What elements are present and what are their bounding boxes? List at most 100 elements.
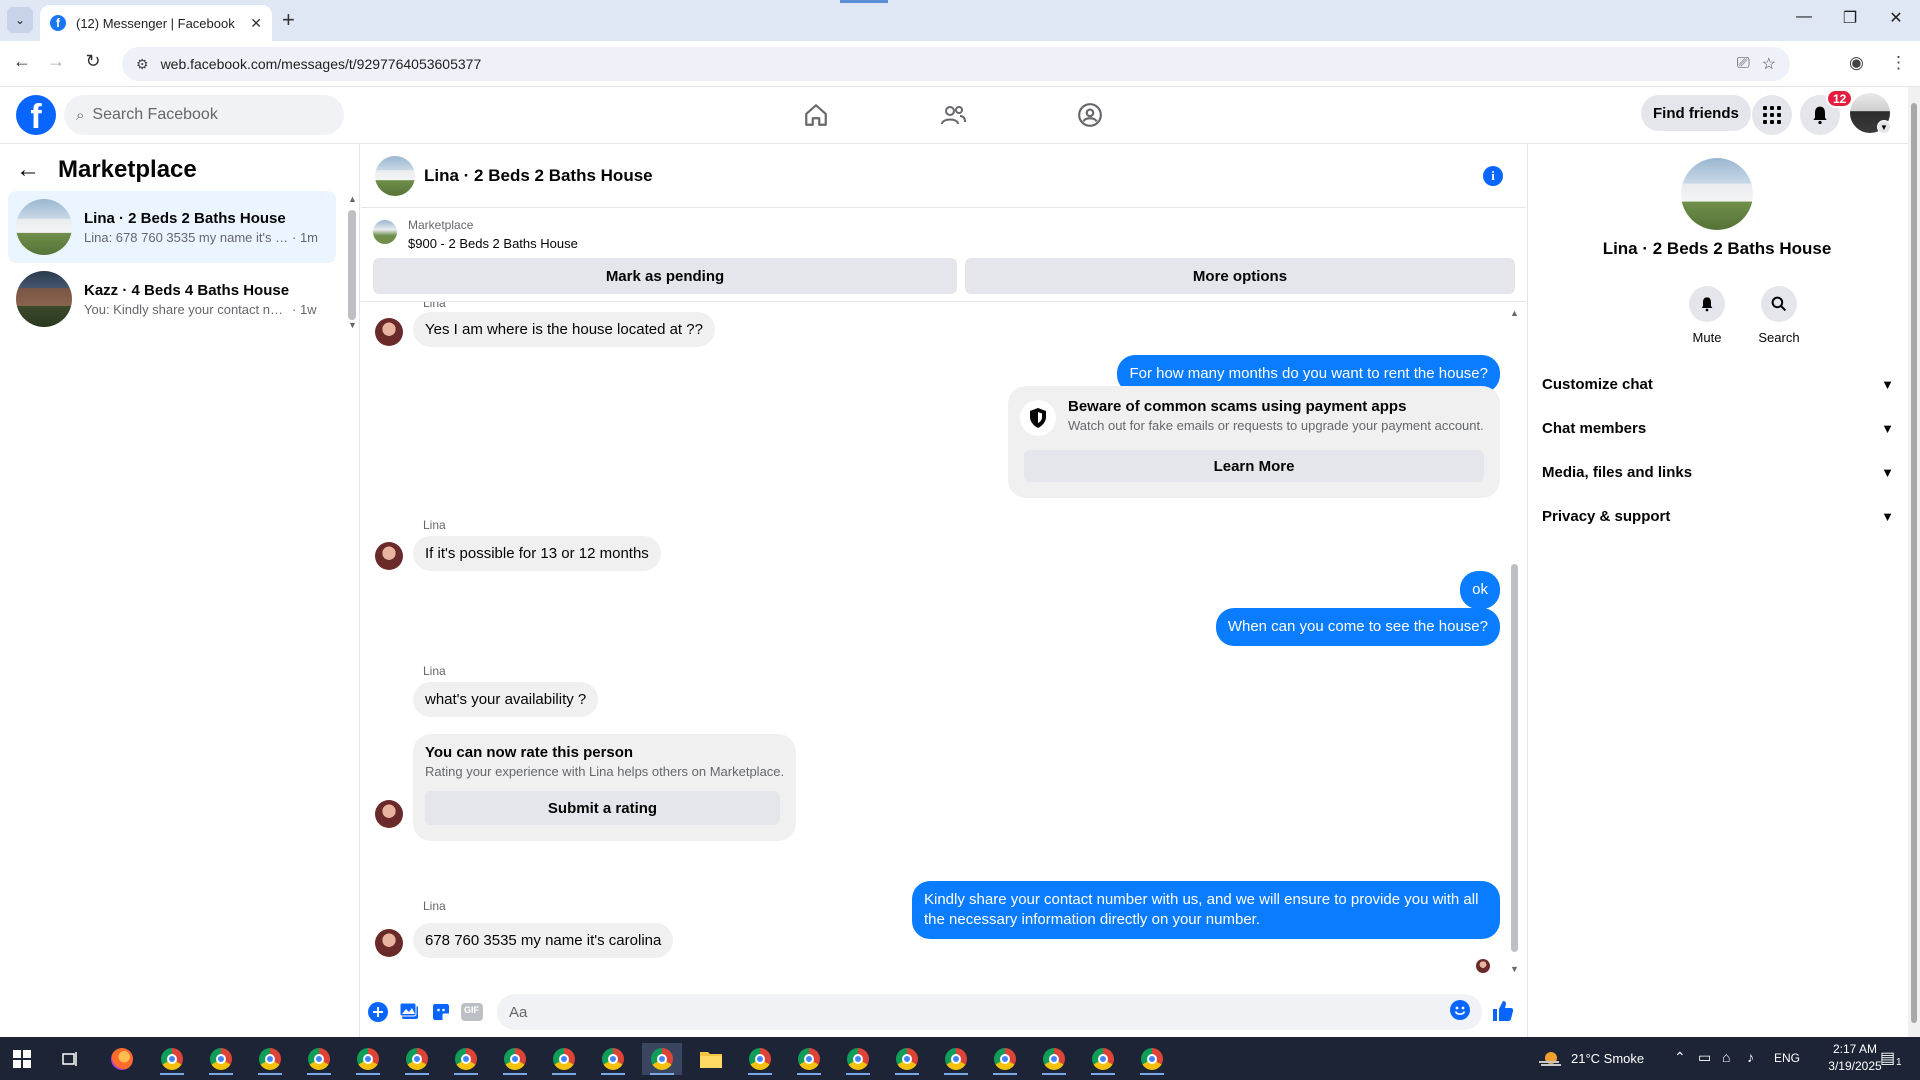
account-chevron-icon[interactable]: ▼ xyxy=(1877,120,1891,134)
tray-chevron-up-icon[interactable]: ⌃ xyxy=(1674,1049,1686,1066)
site-info-icon[interactable]: ⚙ xyxy=(136,56,149,73)
privacy-support-section[interactable]: Privacy & support ▼ xyxy=(1542,496,1894,536)
conversation-item-kazz[interactable]: Kazz · 4 Beds 4 Baths House You: Kindly … xyxy=(8,263,336,335)
browser-tab[interactable]: f (12) Messenger | Facebook ✕ xyxy=(40,5,272,41)
page-scrollbar[interactable] xyxy=(1908,87,1920,1037)
chrome-taskbar-icon[interactable] xyxy=(985,1043,1025,1075)
plus-circle-icon[interactable] xyxy=(367,1001,389,1023)
scroll-down-icon[interactable]: ▼ xyxy=(348,320,357,330)
left-scrollbar[interactable] xyxy=(348,210,356,320)
scroll-up-icon[interactable]: ▲ xyxy=(348,194,357,204)
chrome-taskbar-icon[interactable] xyxy=(544,1043,584,1075)
file-explorer-icon[interactable] xyxy=(691,1043,731,1075)
chrome-taskbar-icon[interactable] xyxy=(495,1043,535,1075)
avatar[interactable] xyxy=(375,542,403,570)
chrome-taskbar-icon[interactable] xyxy=(250,1043,290,1075)
message-input-box[interactable] xyxy=(497,994,1482,1030)
url-text[interactable]: web.facebook.com/messages/t/929776405360… xyxy=(161,56,1725,72)
photo-icon[interactable] xyxy=(399,1001,421,1023)
mute-button[interactable]: Mute xyxy=(1677,286,1737,345)
facebook-logo-icon[interactable]: f xyxy=(16,95,56,135)
chrome-taskbar-icon[interactable] xyxy=(789,1043,829,1075)
search-in-chat-button[interactable]: Search xyxy=(1749,286,1809,345)
conversation-item-lina[interactable]: Lina · 2 Beds 2 Baths House Lina: 678 76… xyxy=(8,191,336,263)
facebook-search-input[interactable] xyxy=(92,106,313,124)
chrome-taskbar-icon[interactable] xyxy=(593,1043,633,1075)
task-view-icon[interactable] xyxy=(51,1043,91,1075)
chrome-taskbar-icon[interactable] xyxy=(299,1043,339,1075)
volume-icon[interactable]: ♪ xyxy=(1747,1049,1754,1065)
language-indicator[interactable]: ENG xyxy=(1774,1051,1800,1065)
chrome-taskbar-icon[interactable] xyxy=(397,1043,437,1075)
more-options-button[interactable]: More options xyxy=(965,258,1515,294)
chat-members-section[interactable]: Chat members ▼ xyxy=(1542,408,1894,448)
chrome-taskbar-icon[interactable] xyxy=(887,1043,927,1075)
chrome-taskbar-icon[interactable] xyxy=(740,1043,780,1075)
windows-start-icon[interactable] xyxy=(2,1043,42,1075)
chrome-taskbar-icon-active[interactable] xyxy=(642,1043,682,1075)
chat-thumbnail[interactable] xyxy=(375,156,415,196)
chrome-taskbar-icon[interactable] xyxy=(201,1043,241,1075)
chrome-taskbar-icon[interactable] xyxy=(838,1043,878,1075)
minimize-window-button[interactable]: — xyxy=(1789,8,1819,26)
action-center-icon[interactable]: ▤ xyxy=(1880,1048,1895,1068)
chrome-taskbar-icon[interactable] xyxy=(936,1043,976,1075)
sticker-icon[interactable] xyxy=(430,1001,452,1023)
emoji-icon[interactable] xyxy=(1450,999,1470,1025)
submit-rating-button[interactable]: Submit a rating xyxy=(425,791,780,825)
info-icon[interactable]: i xyxy=(1483,166,1503,186)
reload-button[interactable]: ↻ xyxy=(80,51,106,72)
friends-icon[interactable] xyxy=(933,97,973,133)
close-tab-icon[interactable]: ✕ xyxy=(250,15,262,32)
chrome-menu-icon[interactable]: ⋮ xyxy=(1890,53,1907,73)
marketplace-listing-bar: Marketplace $900 - 2 Beds 2 Baths House … xyxy=(361,208,1526,302)
tab-search-chevron-icon[interactable]: ⌄ xyxy=(7,7,33,33)
clock-date[interactable]: 3/19/2025 xyxy=(1821,1059,1889,1073)
find-friends-button[interactable]: Find friends xyxy=(1641,95,1751,131)
chrome-taskbar-icon[interactable] xyxy=(348,1043,388,1075)
facebook-search[interactable]: ⌕ xyxy=(64,95,344,135)
mark-as-pending-button[interactable]: Mark as pending xyxy=(373,258,957,294)
profile-icon[interactable]: ◉ xyxy=(1849,53,1864,73)
page-scrollbar-thumb[interactable] xyxy=(1911,103,1917,1023)
customize-chat-section[interactable]: Customize chat ▼ xyxy=(1542,364,1894,404)
close-window-button[interactable]: ✕ xyxy=(1881,8,1911,28)
chrome-taskbar-icon[interactable] xyxy=(1083,1043,1123,1075)
home-icon[interactable] xyxy=(796,97,836,133)
chat-title[interactable]: Lina · 2 Beds 2 Baths House xyxy=(424,166,653,186)
gif-icon[interactable]: GIF xyxy=(461,1001,483,1023)
back-arrow-icon[interactable]: ← xyxy=(16,156,40,184)
weather-text[interactable]: 21°C Smoke xyxy=(1571,1051,1644,1066)
chrome-taskbar-icon[interactable] xyxy=(446,1043,486,1075)
avatar[interactable] xyxy=(375,929,403,957)
info-thumbnail[interactable] xyxy=(1681,158,1753,230)
chrome-taskbar-icon[interactable] xyxy=(152,1043,192,1075)
back-button[interactable]: ← xyxy=(9,51,35,72)
chat-scrollbar[interactable] xyxy=(1511,564,1518,952)
meet-now-icon[interactable]: ▭ xyxy=(1698,1049,1711,1066)
forward-button[interactable]: → xyxy=(43,51,69,72)
install-app-icon[interactable]: ⎚ xyxy=(1737,55,1750,73)
weather-icon[interactable] xyxy=(1530,1043,1570,1075)
thumbs-up-icon[interactable] xyxy=(1490,998,1516,1024)
menu-grid-icon[interactable] xyxy=(1752,95,1792,135)
avatar[interactable] xyxy=(375,800,403,828)
listing-thumbnail[interactable] xyxy=(373,220,397,244)
new-tab-button[interactable]: + xyxy=(282,8,295,32)
media-files-links-section[interactable]: Media, files and links ▼ xyxy=(1542,452,1894,492)
network-icon[interactable]: ⌂ xyxy=(1722,1049,1730,1065)
message-input[interactable] xyxy=(509,1003,1450,1021)
omnibox[interactable]: ⚙ web.facebook.com/messages/t/9297764053… xyxy=(122,47,1790,81)
scroll-down-icon[interactable]: ▼ xyxy=(1510,964,1519,974)
listing-price-title[interactable]: $900 - 2 Beds 2 Baths House xyxy=(408,236,578,251)
scroll-up-icon[interactable]: ▲ xyxy=(1510,308,1519,318)
firefox-icon[interactable] xyxy=(102,1043,142,1075)
chrome-taskbar-icon[interactable] xyxy=(1034,1043,1074,1075)
bookmark-star-icon[interactable]: ☆ xyxy=(1762,54,1776,74)
avatar[interactable] xyxy=(375,318,403,346)
groups-icon[interactable] xyxy=(1070,97,1110,133)
learn-more-button[interactable]: Learn More xyxy=(1024,450,1484,482)
clock-time[interactable]: 2:17 AM xyxy=(1825,1042,1885,1056)
restore-window-button[interactable]: ❐ xyxy=(1835,8,1865,28)
chrome-taskbar-icon[interactable] xyxy=(1132,1043,1172,1075)
